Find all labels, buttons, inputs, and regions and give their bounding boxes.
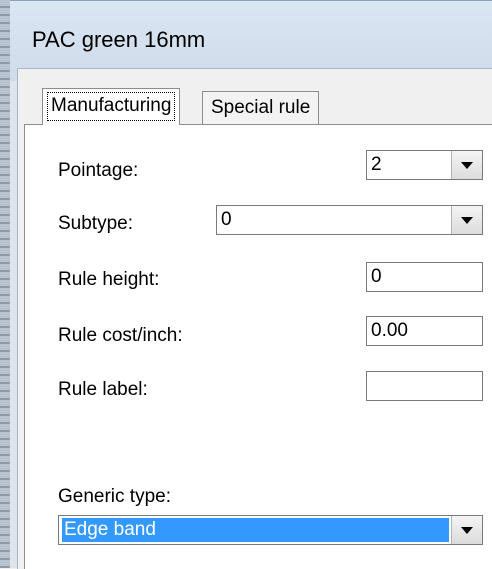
rule-height-label: Rule height: (58, 269, 160, 290)
tab-label: Special rule (211, 97, 311, 118)
chevron-down-icon (461, 216, 473, 224)
subtype-dropdown-button[interactable] (451, 206, 482, 234)
pointage-dropdown[interactable]: 2 (366, 150, 483, 180)
generic-type-label: Generic type: (58, 486, 171, 507)
generic-type-dropdown[interactable]: Edge band (58, 515, 483, 545)
rule-label-field[interactable] (366, 371, 483, 401)
rule-label-label: Rule label: (58, 379, 148, 400)
pointage-dropdown-button[interactable] (451, 151, 482, 179)
chevron-down-icon (461, 161, 473, 169)
subtype-dropdown[interactable]: 0 (216, 205, 483, 235)
pointage-value: 2 (371, 154, 382, 175)
focus-indicator (47, 92, 176, 121)
subtype-label: Subtype: (58, 213, 133, 234)
tab-manufacturing[interactable]: Manufacturing (42, 88, 181, 125)
subtype-value: 0 (221, 209, 232, 230)
rule-cost-field[interactable]: 0.00 (366, 316, 483, 346)
tab-special-rule[interactable]: Special rule (202, 91, 320, 124)
window-title: PAC green 16mm (32, 27, 206, 52)
pointage-label: Pointage: (58, 160, 139, 181)
generic-type-dropdown-button[interactable] (451, 516, 482, 544)
rule-height-field[interactable]: 0 (366, 262, 483, 292)
rule-cost-label: Rule cost/inch: (58, 325, 183, 346)
generic-type-value: Edge band (62, 518, 449, 542)
chevron-down-icon (461, 526, 473, 534)
